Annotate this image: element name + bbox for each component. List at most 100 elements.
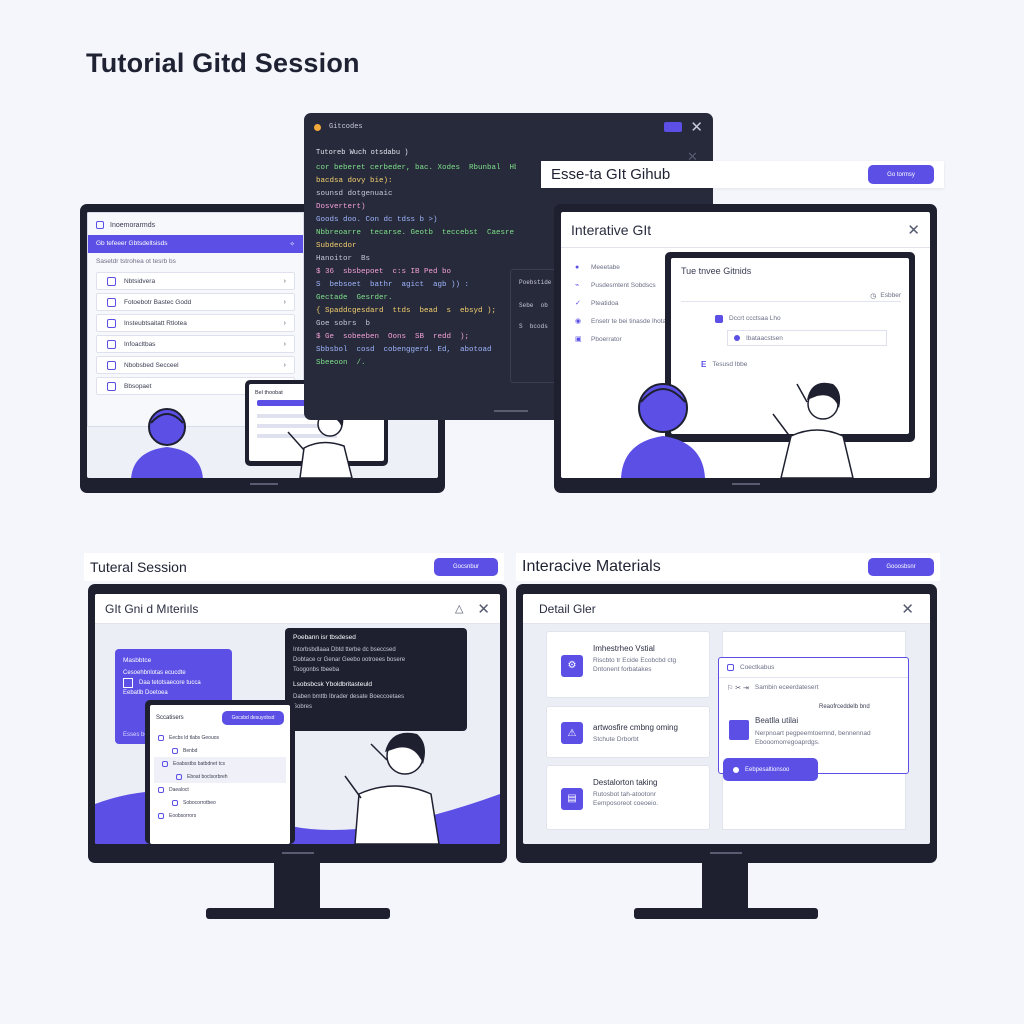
nav-list-item[interactable]: Infoacltbas › [96,335,295,353]
inner-tag: Esbber [880,292,901,299]
tooltip-sub-line: Daben bmttb Ibrader desate Boeccoetaes [293,694,405,700]
panel-grid-icon [729,720,749,740]
bl-tablet-button[interactable]: Gocsbd desuyobsd [222,711,284,725]
step-icon: ◉ [575,318,582,325]
step-item[interactable]: ◉ Ensetr te bei tinasde lhotae [575,312,675,330]
material-card[interactable]: ⚠ artwosfire cmbng oming Stchute Drborbt [546,706,710,758]
step-item[interactable]: ✓ Pteatidoa [575,294,675,312]
list-item-icon [107,297,116,307]
side-panel-label: Poebstide [519,279,552,286]
bl-tablet: Sccatisers Gocsbd desuyobsd Eecbs ld tla… [145,700,295,844]
code-monitor-chin [494,410,528,412]
br-stand-neck [702,863,748,911]
panel-header: Coectkabus [740,664,775,671]
inner-title: Tue tnvee Gitnids [681,266,752,276]
tooltip-title: Poebann isr tbsdesed [293,634,356,641]
edit-icon [715,314,723,323]
right-close-icon[interactable]: ✕ [907,221,920,239]
code-line: Dosvertert) [316,203,366,211]
banner-close-icon[interactable]: ✕ [687,149,698,165]
step-item[interactable]: ⌁ Pusdesmtent Sobdscs [575,276,675,294]
tablet-item-icon [158,734,164,741]
nav-list-label: Nbobsbed Secceel [124,361,179,369]
list-item-icon [107,318,116,328]
tooltip-line: Toogonbs tbeeba [293,667,340,673]
chevron-right-icon: › [283,361,286,369]
bottom-left-monitor: GIt Gni d Mıteriıls △ ✕ Masbbtce Cesoehb… [88,584,507,863]
code-line: bacdsa dovy bie): [316,177,393,185]
purple-card-title: Masbbtce [123,657,152,664]
side-panel-item[interactable]: Sebe ob [511,295,557,316]
tablet-list-item[interactable]: Daealoct [150,783,290,796]
nav-list-label: Fotoebotr Bastec Godd [124,298,192,306]
monitor-chin-left [250,483,278,485]
inner-item-2: Ibataacstsen [746,334,783,342]
card-line: Eemposoreot coeoeio. [593,800,659,807]
tablet-list-item[interactable]: Eoobsorrors [150,809,290,822]
list-item-icon [107,381,116,391]
section-button-right[interactable]: Gooosbsnr [868,558,934,576]
bottom-right-screen: Detail Gler ✕ ⚙ Imhestrheo Vstial Riscbto … [523,594,930,844]
nav-list-item[interactable]: Nbobsbed Secceel › [96,356,295,374]
nav-list-item[interactable]: Fotoebotr Bastec Godd › [96,293,295,311]
card-line: Riscbto tr Ecide Ecobcbd ctg [593,657,677,664]
person-bottom-illustration [335,714,455,844]
format-icons[interactable]: ⚐ ✂ ⇥ [727,684,749,692]
right-window-title: Interative GIt [571,221,652,238]
bl-stand-base [206,908,390,919]
tablet-list-item[interactable]: Eoabsstbs batbdnet tcs [154,757,286,770]
step-item[interactable]: ▣ Pboerrator [575,330,675,348]
code-line: { Spaddcgesdard ttds bead s ebsyd ); [316,307,497,315]
active-nav-item[interactable]: Gb tefeeer Gbtsdeltsisds ✧ [88,235,303,253]
code-line: Sbeeoon /. [316,359,366,367]
step-list: ● Meeetabe ⌁ Pusdesmtent Sobdscs ✓ Pteatidoa ◉… [575,258,675,348]
tablet-list-item[interactable]: Benbd [150,744,290,757]
material-card[interactable]: ▤ Destalorton taking Rutosbot tah-atootonr… [546,765,710,830]
step-icon: ✓ [575,300,581,307]
banner-button[interactable]: Go tormsy [868,165,934,184]
right-monitor-screen: Interative GIt ✕ ● Meeetabe ⌁ Pusdesmtent S… [561,212,930,478]
section-bar-left: Tuteral Session Gocsnbur [84,553,504,581]
minimize-button[interactable] [664,122,683,132]
tablet-item-label: Sobocorrotbeo [183,799,216,806]
step-label: Ensetr te bei tinasde lhotae [591,317,670,325]
step-icon: ▣ [575,336,582,343]
sparkle-icon: ✧ [289,241,295,248]
git-banner: Esse-ta GIt Gihub Go tormsy [541,161,944,188]
bell-icon[interactable]: △ [455,602,463,615]
section-bar-right: Interacive Materials Gooosbsnr [516,553,940,581]
tooltip-line: Intorbsbdlaaa Dbtd tterbe dc bseccsed [293,647,396,653]
close-icon[interactable]: ✕ [690,118,703,136]
panel-action-button[interactable]: Eebpesaltionsoo [723,758,818,781]
code-window-title: Gitcodes [329,122,363,131]
inner-input[interactable]: Ibataacstsen [727,330,887,346]
card-title: Destalorton taking [593,778,658,787]
tablet-list-item[interactable]: Sobocorrotbeo [150,796,290,809]
bl-close-icon[interactable]: ✕ [477,600,490,618]
step-item[interactable]: ● Meeetabe [575,258,675,276]
section-label-right: Interacive Materials [522,558,661,575]
material-card[interactable]: ⚙ Imhestrheo Vstial Riscbto tr Ecide Ecobc… [546,631,710,698]
nav-list-item[interactable]: Nbtsidvera › [96,272,295,290]
bl-window-title: GIt Gni d Mıteriıls [105,601,199,616]
panel-title: Beatlla utilai [755,716,799,725]
chevron-right-icon: › [283,319,286,327]
person-woman-right-illustration [761,372,871,478]
tablet-list-item[interactable]: Eecbs ld tlabs Geouos [150,731,290,744]
bl-tablet-title: Sccatisers [156,714,184,721]
step-icon: ⌁ [575,282,580,289]
card-icon: ▤ [561,787,583,810]
nav-list-item[interactable]: Insteubtsaitatt Rtlotea › [96,314,295,332]
code-line: sounsd dotgenuaic [316,190,393,198]
code-line: Goe sobrs b [316,320,371,328]
nav-list-label: Insteubtsaitatt Rtlotea [124,319,187,327]
nav-list-label: Infoacltbas [124,340,156,348]
br-close-icon[interactable]: ✕ [901,600,914,618]
code-line: S bebsoet bathr agict agb )) : [316,281,470,289]
chevron-right-icon: › [283,277,286,285]
purple-card-line: Daa tetotsaecore tucca [139,680,201,686]
side-panel-item[interactable]: S bcods [511,316,557,337]
section-button-left[interactable]: Gocsnbur [434,558,498,576]
br-window-title: Detail Gler [539,601,596,616]
tablet-list-item[interactable]: Eboat boclsorbreh [154,770,286,783]
